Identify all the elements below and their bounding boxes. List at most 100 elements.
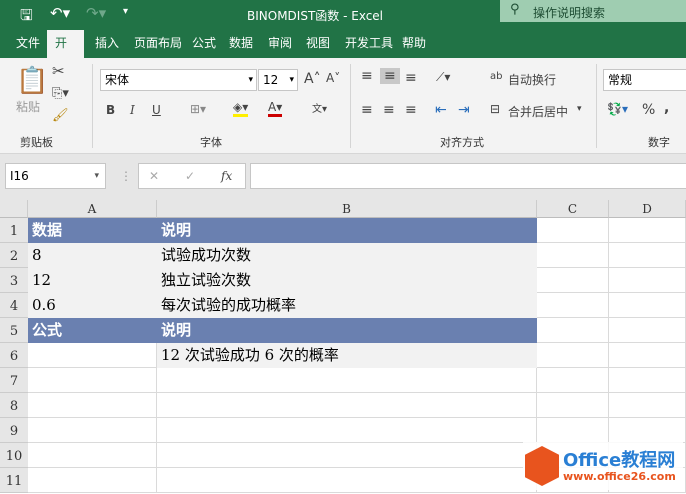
cell[interactable] (537, 243, 609, 268)
row-header[interactable]: 6 (0, 343, 28, 368)
tab-insert[interactable]: 插入 (87, 30, 127, 58)
cell[interactable]: 0.6 (28, 293, 157, 318)
name-box[interactable]: I16 ▾ (5, 163, 106, 189)
column-header-c[interactable]: C (537, 200, 609, 218)
paste-icon[interactable]: 📋 (16, 66, 48, 96)
undo-icon[interactable]: ↶▾ (50, 4, 70, 22)
tab-page-layout[interactable]: 页面布局 (126, 30, 190, 58)
orientation-icon[interactable]: ⟋▾ (436, 70, 450, 85)
underline-button[interactable]: U (152, 103, 161, 117)
wrap-text-button[interactable]: 自动换行 (508, 71, 556, 88)
cancel-icon[interactable]: ✕ (149, 164, 159, 188)
align-middle-icon[interactable]: ≡ (380, 68, 400, 84)
cell[interactable] (537, 393, 609, 418)
percent-button[interactable]: % (642, 102, 655, 118)
merge-center-button[interactable]: 合并后居中 (508, 103, 568, 120)
cell[interactable]: 公式 (28, 318, 157, 343)
cell[interactable] (537, 318, 609, 343)
column-header-a[interactable]: A (28, 200, 157, 218)
tab-data[interactable]: 数据 (221, 30, 261, 58)
font-size-select[interactable]: 12 ▾ (258, 69, 298, 91)
decrease-font-icon[interactable]: A˅ (326, 71, 340, 85)
cell[interactable]: 8 (28, 243, 157, 268)
cell[interactable]: 说明 (157, 318, 537, 343)
cell[interactable] (537, 418, 609, 443)
tab-help[interactable]: 帮助 (394, 30, 434, 58)
row-header[interactable]: 8 (0, 393, 28, 418)
cell[interactable] (28, 393, 157, 418)
align-top-icon[interactable]: ≡ (361, 68, 373, 84)
phonetic-icon[interactable]: 文▾ (312, 100, 327, 115)
tab-review[interactable]: 审阅 (260, 30, 300, 58)
fill-color-icon[interactable]: ◈▾ (233, 100, 249, 117)
font-name-select[interactable]: 宋体 ▾ (100, 69, 257, 91)
format-painter-icon[interactable]: 🖌 (52, 108, 69, 123)
wrap-text-icon[interactable]: ab (490, 71, 502, 82)
row-header[interactable]: 2 (0, 243, 28, 268)
cell[interactable]: 独立试验次数 (157, 268, 537, 293)
increase-indent-icon[interactable]: ⇥ (458, 102, 470, 118)
cell[interactable] (537, 218, 609, 243)
cell[interactable] (537, 293, 609, 318)
cell[interactable]: 数据 (28, 218, 157, 243)
column-header-b[interactable]: B (157, 200, 537, 218)
decrease-indent-icon[interactable]: ⇤ (435, 102, 447, 118)
cell[interactable] (28, 368, 157, 393)
row-header[interactable]: 10 (0, 443, 28, 468)
bold-button[interactable]: B (106, 103, 115, 117)
cell[interactable] (609, 243, 686, 268)
cell[interactable] (157, 368, 537, 393)
cell[interactable] (609, 368, 686, 393)
enter-icon[interactable]: ✓ (185, 164, 195, 188)
italic-button[interactable]: I (130, 103, 135, 117)
cell[interactable] (157, 393, 537, 418)
formula-input[interactable] (250, 163, 686, 189)
cell[interactable] (157, 468, 537, 493)
align-bottom-icon[interactable]: ≡ (405, 70, 417, 86)
cell[interactable] (28, 468, 157, 493)
cell[interactable] (28, 443, 157, 468)
merge-icon[interactable]: ⊟ (490, 102, 500, 116)
redo-icon[interactable]: ↷▾ (86, 4, 106, 22)
cell[interactable] (609, 343, 686, 368)
tab-developer[interactable]: 开发工具 (337, 30, 401, 58)
cut-icon[interactable]: ✂ (52, 62, 65, 80)
cell[interactable] (537, 368, 609, 393)
number-format-select[interactable]: 常规 (603, 69, 686, 91)
cell[interactable] (537, 268, 609, 293)
cell[interactable]: 说明 (157, 218, 537, 243)
cell[interactable] (609, 393, 686, 418)
row-header[interactable]: 7 (0, 368, 28, 393)
copy-icon[interactable]: ⎘▾ (52, 86, 69, 101)
comma-button[interactable]: , (664, 100, 669, 116)
tab-view[interactable]: 视图 (298, 30, 338, 58)
merge-dropdown-icon[interactable]: ▾ (577, 104, 582, 114)
cell[interactable] (28, 418, 157, 443)
save-icon[interactable]: 🖫 (20, 5, 33, 30)
row-header[interactable]: 11 (0, 468, 28, 493)
paste-label[interactable]: 粘贴 (16, 98, 40, 115)
row-header[interactable]: 9 (0, 418, 28, 443)
font-color-icon[interactable]: A▾ (268, 100, 283, 117)
row-header[interactable]: 3 (0, 268, 28, 293)
cell[interactable]: 12 次试验成功 6 次的概率 (157, 343, 537, 368)
align-right-icon[interactable]: ≡ (405, 102, 417, 118)
tab-home[interactable]: 开始 (47, 30, 84, 76)
currency-icon[interactable]: 💱▾ (607, 102, 628, 116)
cell[interactable] (157, 418, 537, 443)
cell[interactable] (28, 343, 157, 368)
cell[interactable] (609, 418, 686, 443)
borders-icon[interactable]: ⊞▾ (190, 102, 206, 116)
cell[interactable] (609, 293, 686, 318)
cell[interactable] (609, 218, 686, 243)
select-all-button[interactable] (0, 200, 28, 218)
row-header[interactable]: 5 (0, 318, 28, 343)
align-left-icon[interactable]: ≡ (361, 102, 373, 118)
cell[interactable] (537, 343, 609, 368)
cell[interactable] (157, 443, 537, 468)
row-header[interactable]: 4 (0, 293, 28, 318)
cell[interactable] (609, 318, 686, 343)
customize-qat-icon[interactable]: ▾ (123, 6, 128, 17)
column-header-d[interactable]: D (609, 200, 686, 218)
row-header[interactable]: 1 (0, 218, 28, 243)
